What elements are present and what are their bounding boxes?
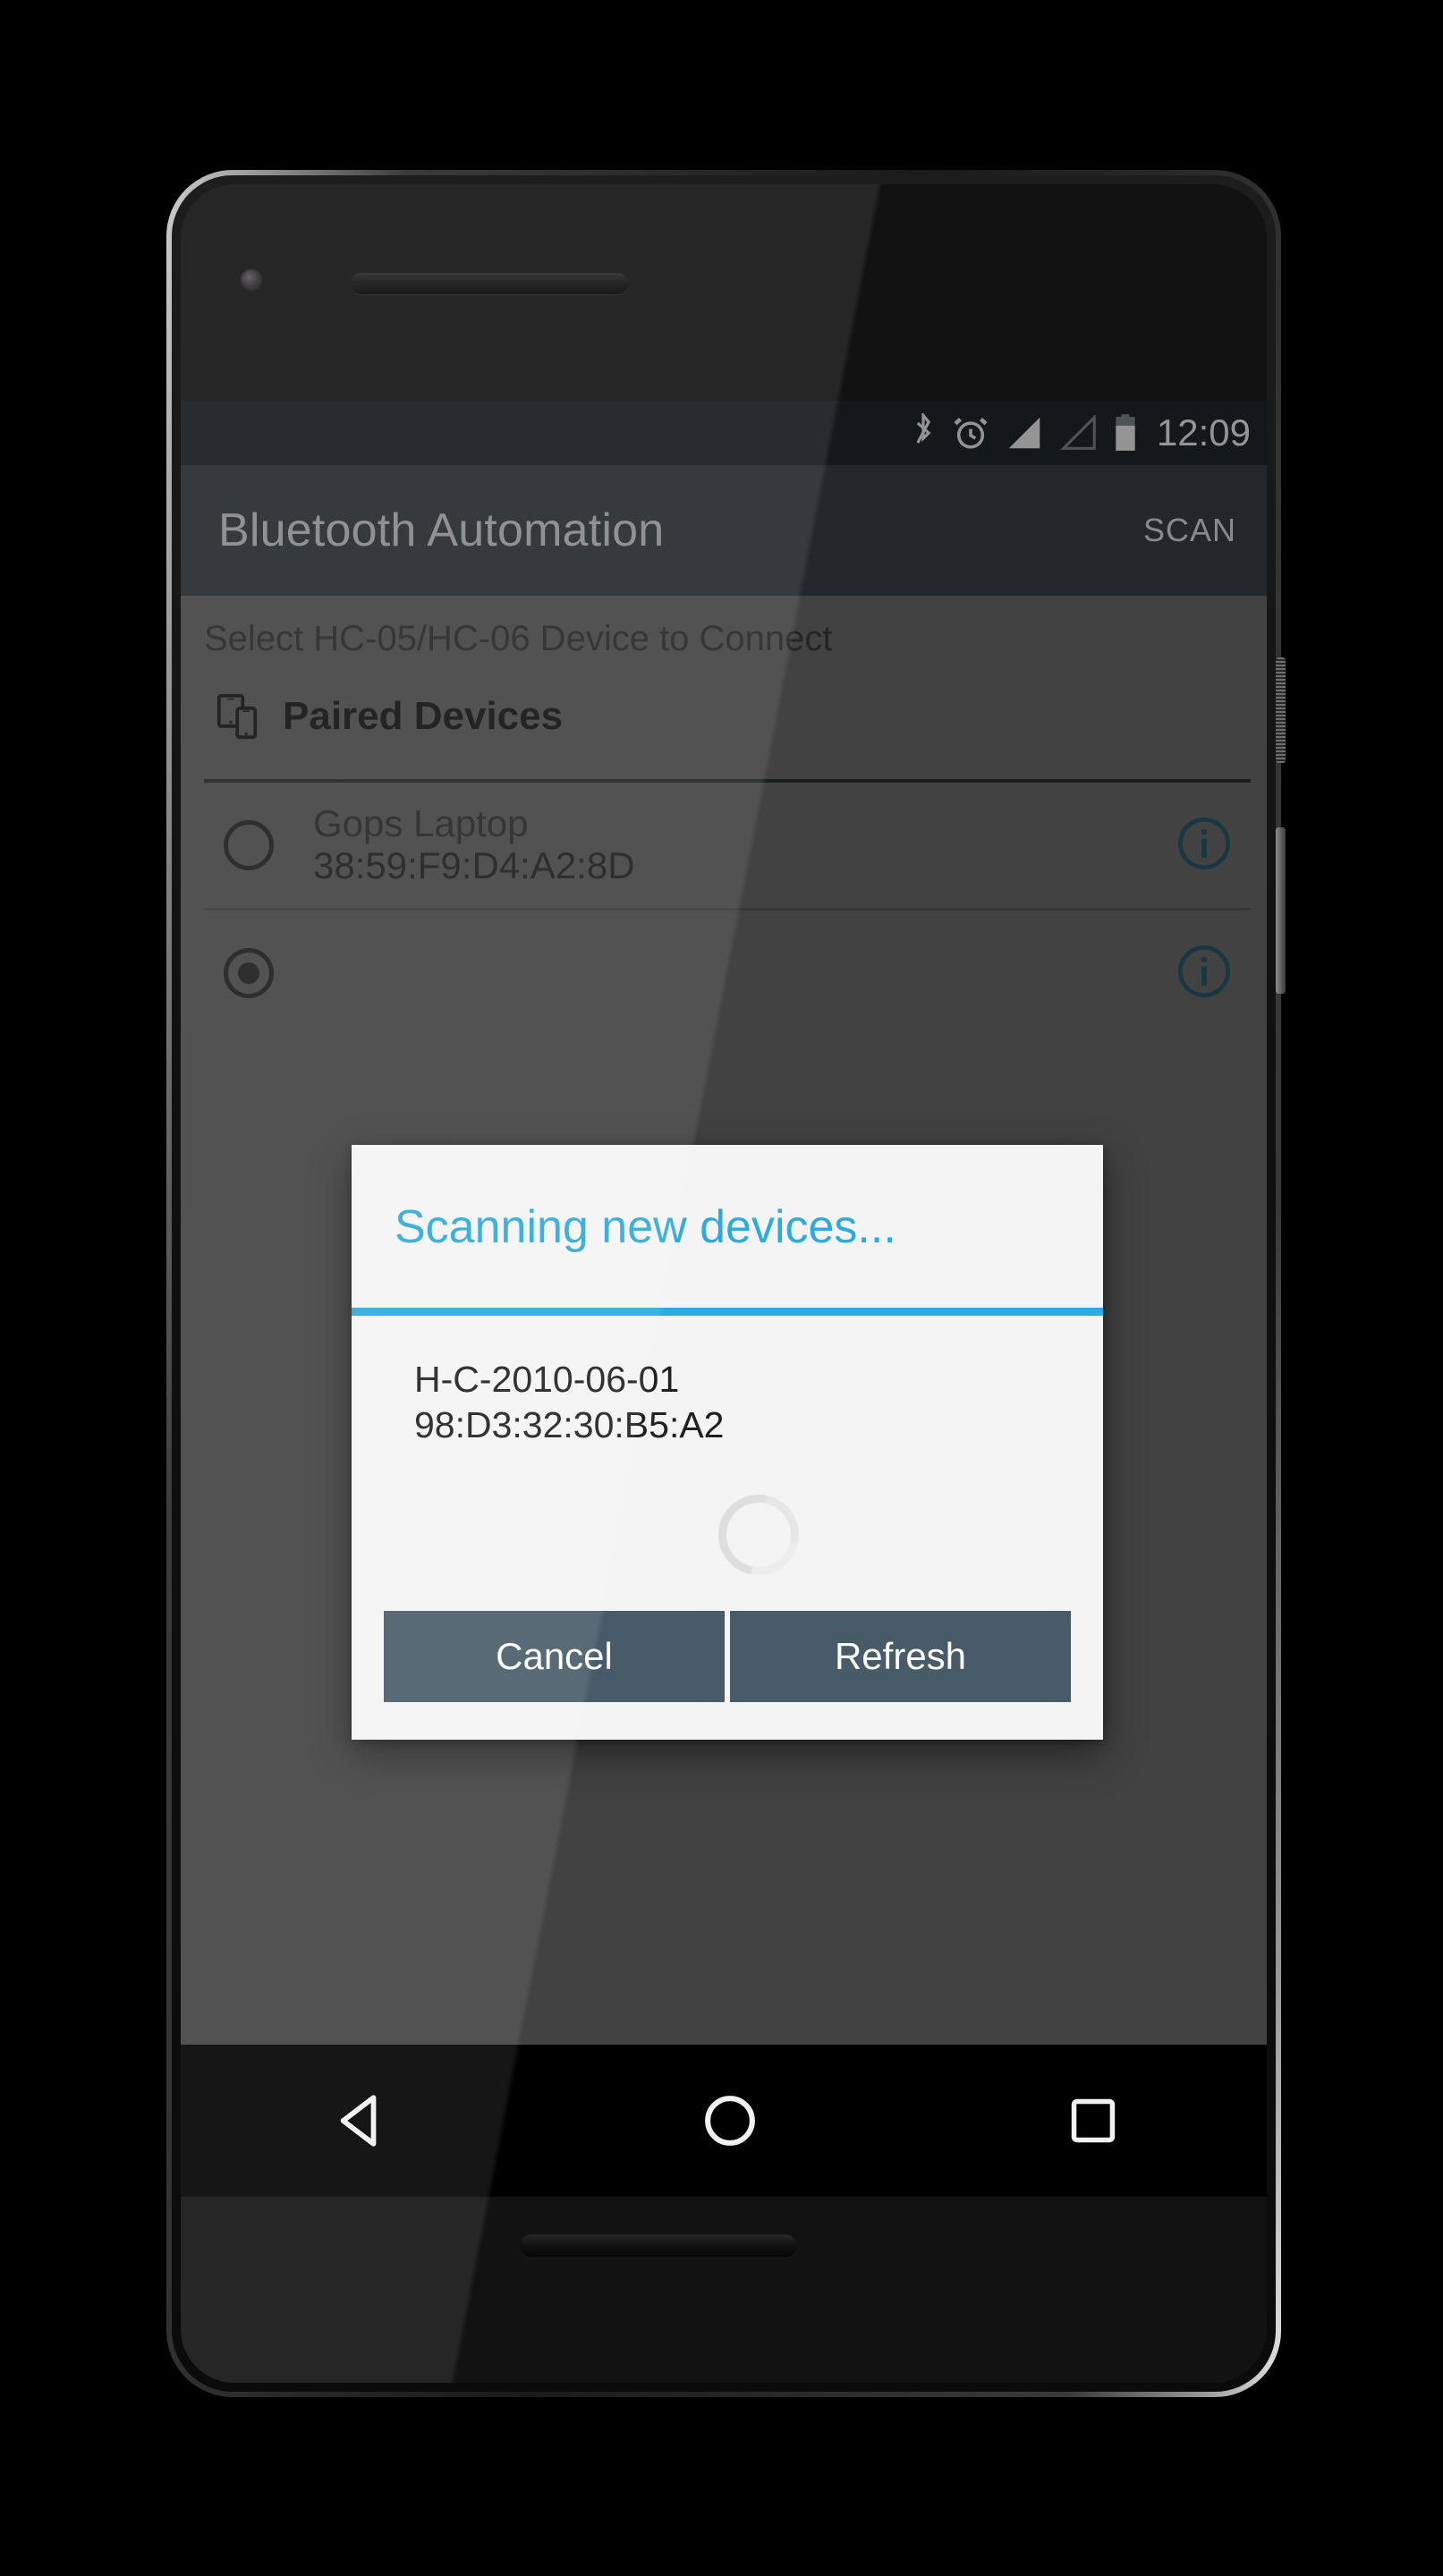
screenshot-root: 12:09 Bluetooth Automation SCAN Select H… bbox=[0, 0, 1443, 2576]
recents-icon[interactable] bbox=[1064, 2091, 1123, 2150]
dialog-actions: Cancel Refresh bbox=[352, 1584, 1103, 1740]
loading-spinner-icon bbox=[702, 1479, 815, 1591]
front-camera-icon bbox=[240, 268, 263, 292]
bottom-speaker bbox=[520, 2234, 797, 2258]
home-icon[interactable] bbox=[698, 2089, 762, 2153]
refresh-button[interactable]: Refresh bbox=[730, 1611, 1071, 1702]
found-device-name: H-C-2010-06-01 bbox=[414, 1359, 680, 1400]
found-device-mac: 98:D3:32:30:B5:A2 bbox=[414, 1403, 725, 1445]
android-nav-bar bbox=[181, 2045, 1267, 2197]
dialog-title-rule bbox=[352, 1308, 1103, 1316]
phone-screen: 12:09 Bluetooth Automation SCAN Select H… bbox=[181, 401, 1267, 2197]
back-icon[interactable] bbox=[332, 2089, 396, 2153]
phone-frame: 12:09 Bluetooth Automation SCAN Select H… bbox=[166, 170, 1286, 2397]
dialog-body: H-C-2010-06-01 98:D3:32:30:B5:A2 bbox=[352, 1316, 1103, 1591]
volume-rocker-button[interactable] bbox=[1276, 827, 1286, 994]
dialog-title: Scanning new devices... bbox=[395, 1201, 896, 1253]
earpiece-speaker bbox=[351, 273, 628, 294]
cancel-button[interactable]: Cancel bbox=[384, 1611, 725, 1702]
phone-body: 12:09 Bluetooth Automation SCAN Select H… bbox=[172, 175, 1276, 2392]
phone-face: 12:09 Bluetooth Automation SCAN Select H… bbox=[181, 184, 1267, 2383]
power-button[interactable] bbox=[1276, 657, 1286, 763]
scanning-dialog: Scanning new devices... H-C-2010-06-01 9… bbox=[352, 1145, 1103, 1740]
